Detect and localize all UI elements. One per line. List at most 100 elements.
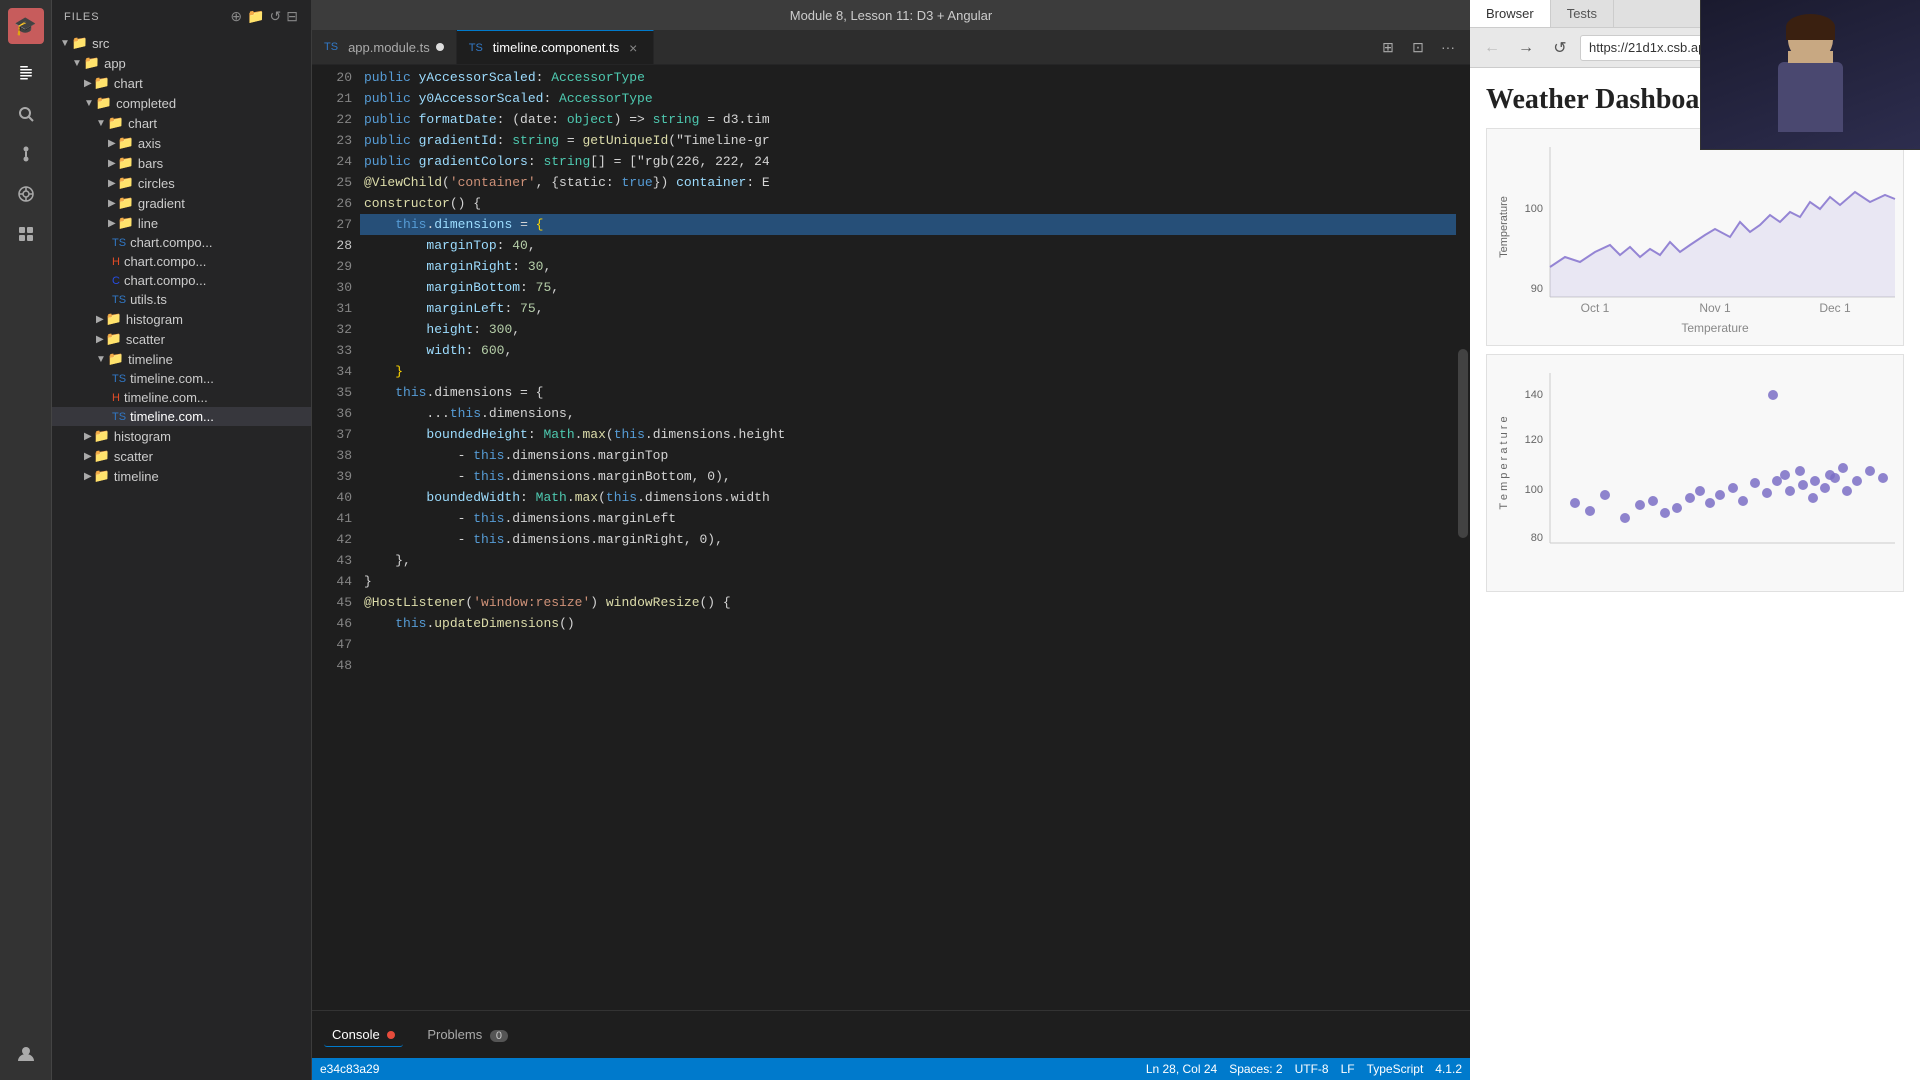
tree-item-chart-comp2[interactable]: H chart.compo... — [52, 252, 311, 271]
url-text: https://21d1x.csb.app/ — [1589, 40, 1716, 55]
git-branch-status[interactable]: e34c83a29 — [320, 1062, 379, 1076]
line-number: 37 — [312, 424, 352, 445]
tree-item-scatter2[interactable]: ▶ 📁 scatter — [52, 446, 311, 466]
sidebar-git-icon[interactable] — [8, 136, 44, 172]
code-editor[interactable]: public yAccessorScaled: AccessorType pub… — [360, 65, 1456, 1010]
new-folder-icon[interactable]: 📁 — [247, 8, 265, 25]
line-number: 33 — [312, 340, 352, 361]
tree-item-completed[interactable]: ▼ 📁 completed — [52, 93, 311, 113]
tree-label: timeline — [128, 352, 173, 367]
sidebar-search-icon[interactable] — [8, 96, 44, 132]
tree-item-timeline2[interactable]: ▶ 📁 timeline — [52, 466, 311, 486]
line-ending-status[interactable]: LF — [1341, 1062, 1355, 1076]
tree-arrow: ▶ — [84, 471, 92, 482]
tree-item-circles[interactable]: ▶ 📁 circles — [52, 173, 311, 193]
code-line-28: this.dimensions = { — [360, 214, 1456, 235]
line-number: 35 — [312, 382, 352, 403]
html-file-icon: H — [112, 392, 120, 404]
split-editor-button[interactable]: ⊞ — [1374, 33, 1402, 61]
line-number: 47 — [312, 634, 352, 655]
tree-item-src[interactable]: ▼ 📁 src — [52, 33, 311, 53]
back-button[interactable]: ← — [1478, 34, 1506, 62]
tree-label: utils.ts — [130, 292, 167, 307]
refresh-icon[interactable]: ↺ — [270, 8, 283, 25]
collapse-icon[interactable]: ⊟ — [286, 8, 299, 25]
tree-item-gradient[interactable]: ▶ 📁 gradient — [52, 193, 311, 213]
svg-text:80: 80 — [1531, 532, 1543, 544]
tree-item-histogram2[interactable]: ▶ 📁 histogram — [52, 426, 311, 446]
sidebar-debug-icon[interactable] — [8, 176, 44, 212]
toggle-view-button[interactable]: ⊡ — [1404, 33, 1432, 61]
tree-item-line[interactable]: ▶ 📁 line — [52, 213, 311, 233]
tree-arrow: ▶ — [84, 431, 92, 442]
tree-item-bars[interactable]: ▶ 📁 bars — [52, 153, 311, 173]
problems-tab[interactable]: Problems 0 — [419, 1023, 516, 1046]
tree-label: timeline.com... — [124, 390, 208, 405]
sidebar-extensions-icon[interactable] — [8, 216, 44, 252]
svg-text:Nov 1: Nov 1 — [1699, 301, 1731, 315]
tree-label: timeline — [114, 469, 159, 484]
language-status[interactable]: TypeScript — [1367, 1062, 1424, 1076]
tree-item-timeline-comp2[interactable]: H timeline.com... — [52, 388, 311, 407]
sidebar-user-icon[interactable] — [8, 1036, 44, 1072]
tab-close-button[interactable]: × — [625, 40, 641, 56]
browser-tab-browser[interactable]: Browser — [1470, 0, 1551, 27]
tree-item-axis[interactable]: ▶ 📁 axis — [52, 133, 311, 153]
more-actions-button[interactable]: ··· — [1434, 33, 1462, 61]
tree-item-chart-comp1[interactable]: TS chart.compo... — [52, 233, 311, 252]
title-bar: Module 8, Lesson 11: D3 + Angular ♥ 0 ↗ — [312, 0, 1470, 30]
encoding-status[interactable]: UTF-8 — [1295, 1062, 1329, 1076]
editor-scrollbar[interactable] — [1456, 65, 1470, 1010]
code-line-36: this.dimensions = { — [360, 382, 1456, 403]
code-line-21: public y0AccessorScaled: AccessorType — [360, 88, 1456, 109]
console-tab[interactable]: Console — [324, 1023, 403, 1047]
line-number: 36 — [312, 403, 352, 424]
tab-timeline-component[interactable]: TS timeline.component.ts × — [457, 30, 655, 64]
code-line-37: ...this.dimensions, — [360, 403, 1456, 424]
svg-text:Temperature: Temperature — [1498, 196, 1510, 258]
ts-file-icon: TS — [112, 294, 126, 306]
line-number: 20 — [312, 67, 352, 88]
tree-item-chart[interactable]: ▶ 📁 chart — [52, 73, 311, 93]
code-line-38: boundedHeight: Math.max(this.dimensions.… — [360, 424, 1456, 445]
tree-label: chart.compo... — [130, 235, 212, 250]
sidebar-files-icon[interactable] — [8, 56, 44, 92]
tree-arrow: ▶ — [96, 314, 104, 325]
right-panel-container: Browser Tests ← → ↺ https://21d1x.csb.ap… — [1470, 0, 1920, 1080]
folder-icon: 📁 — [96, 95, 112, 111]
tree-label: circles — [138, 176, 175, 191]
console-indicator — [387, 1031, 395, 1039]
tree-item-chart-comp3[interactable]: C chart.compo... — [52, 271, 311, 290]
line-number: 40 — [312, 487, 352, 508]
tree-item-app[interactable]: ▼ 📁 app — [52, 53, 311, 73]
cursor-position[interactable]: Ln 28, Col 24 — [1146, 1062, 1217, 1076]
line-number: 43 — [312, 550, 352, 571]
tree-item-scatter[interactable]: ▶ 📁 scatter — [52, 329, 311, 349]
tree-label: gradient — [138, 196, 185, 211]
tree-item-utils[interactable]: TS utils.ts — [52, 290, 311, 309]
tree-item-timeline[interactable]: ▼ 📁 timeline — [52, 349, 311, 369]
tree-label: chart.compo... — [124, 273, 206, 288]
code-line-24: public gradientColors: string[] = ["rgb(… — [360, 151, 1456, 172]
problems-count-badge: 0 — [490, 1030, 508, 1042]
tab-modified-indicator — [436, 43, 444, 51]
line-chart: 100 90 Temperature Oct 1 Nov 1 Dec 1 Tem… — [1495, 137, 1905, 337]
code-line-45: } — [360, 571, 1456, 592]
tree-arrow: ▶ — [108, 198, 116, 209]
browser-tab-tests[interactable]: Tests — [1551, 0, 1614, 27]
tree-arrow: ▼ — [96, 354, 106, 365]
explorer-actions: ⊕ 📁 ↺ ⊟ — [230, 8, 299, 25]
problems-tab-label: Problems — [427, 1027, 482, 1042]
folder-icon: 📁 — [118, 215, 134, 231]
tree-item-timeline-comp3[interactable]: TS timeline.com... — [52, 407, 311, 426]
tab-app-module[interactable]: TS app.module.ts — [312, 30, 457, 64]
refresh-button[interactable]: ↺ — [1546, 34, 1574, 62]
tree-item-timeline-comp1[interactable]: TS timeline.com... — [52, 369, 311, 388]
spaces-status[interactable]: Spaces: 2 — [1229, 1062, 1282, 1076]
line-number: 21 — [312, 88, 352, 109]
tree-item-histogram[interactable]: ▶ 📁 histogram — [52, 309, 311, 329]
tree-arrow: ▶ — [108, 158, 116, 169]
tree-item-chart-sub[interactable]: ▼ 📁 chart — [52, 113, 311, 133]
new-file-icon[interactable]: ⊕ — [230, 8, 243, 25]
forward-button[interactable]: → — [1512, 34, 1540, 62]
